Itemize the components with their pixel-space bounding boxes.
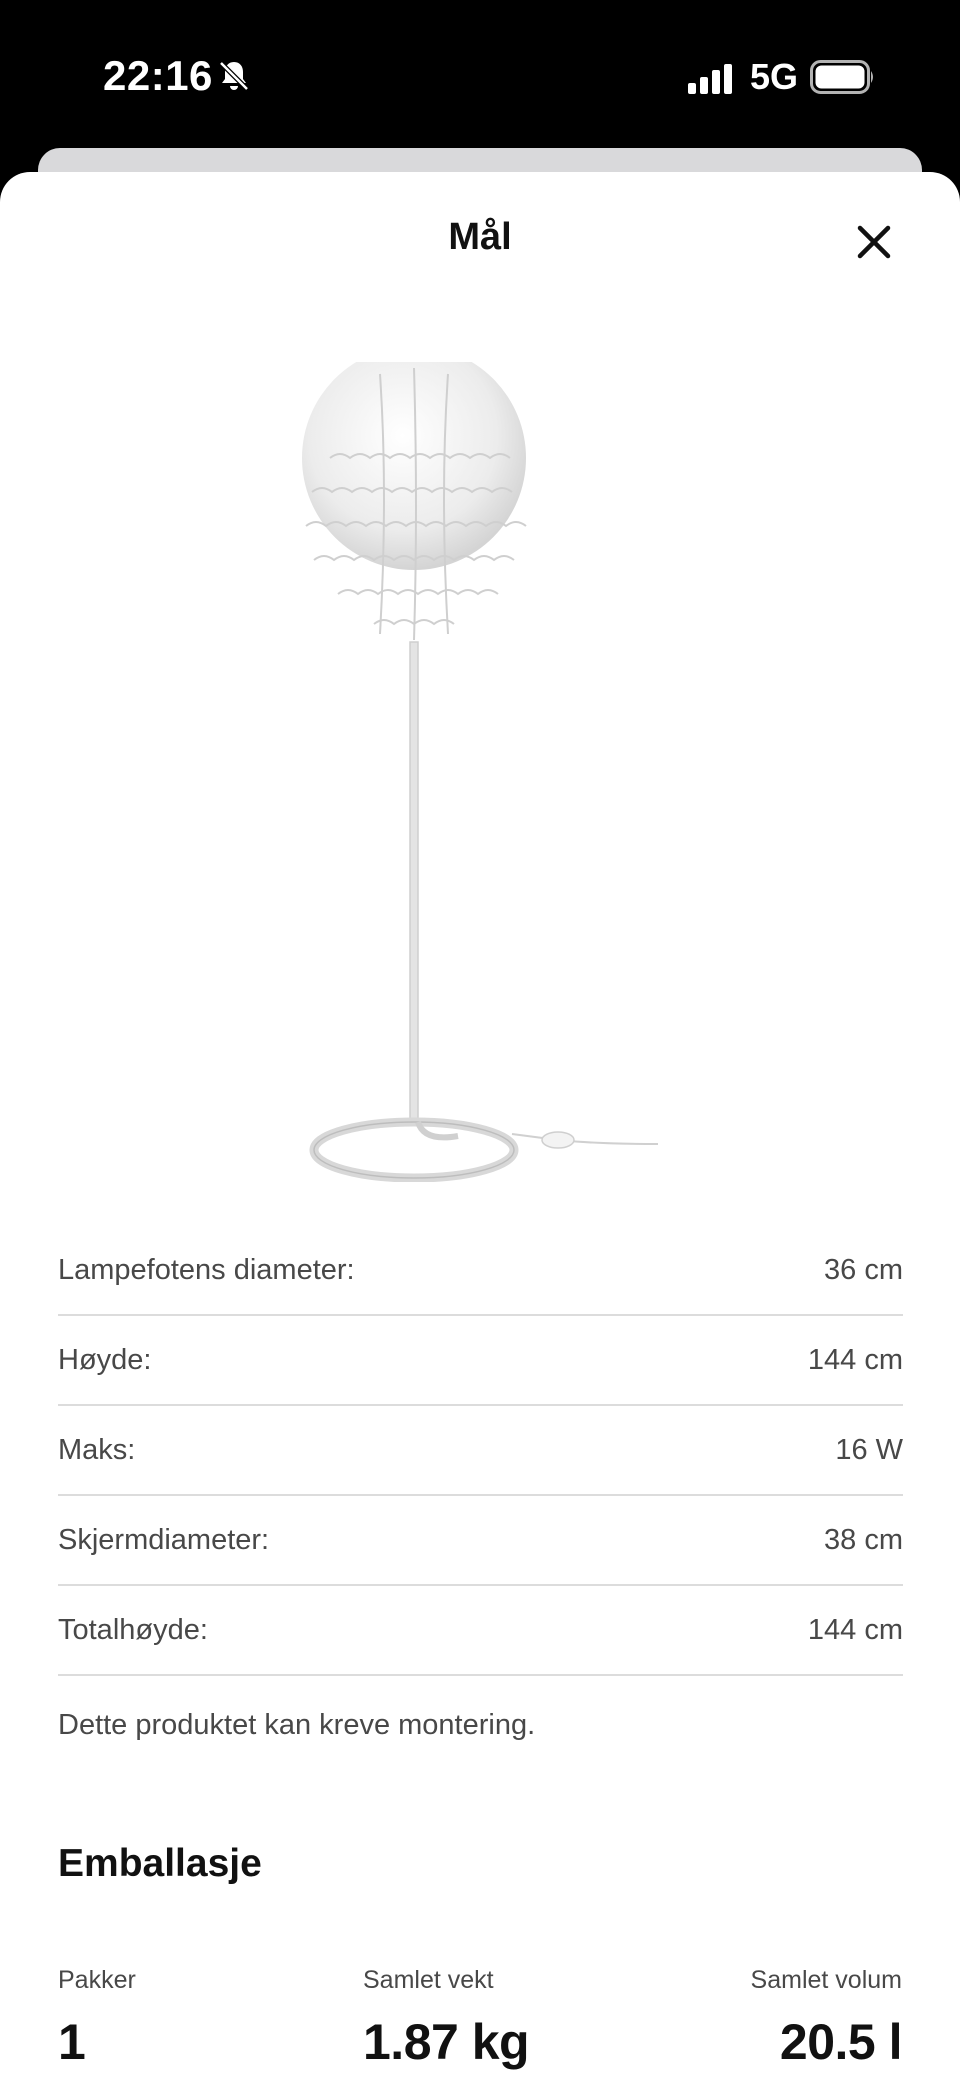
- total-volume: Samlet volum 20.5 l: [750, 1966, 903, 2071]
- volume-label: Samlet volum: [750, 1966, 902, 1994]
- status-bar: 22:16 5G: [0, 0, 960, 150]
- packages-count: Pakker 1: [58, 1966, 136, 2071]
- spec-value: 144 cm: [807, 1613, 903, 1646]
- spec-row-max-wattage: Maks: 16 W: [58, 1406, 903, 1496]
- sheet-title: Mål: [448, 216, 512, 258]
- spec-label: Høyde:: [58, 1343, 152, 1376]
- spec-label: Maks:: [58, 1433, 136, 1466]
- weight-value: 1.87 kg: [363, 2014, 530, 2070]
- spec-value: 38 cm: [824, 1523, 903, 1556]
- packaging-title: Emballasje: [58, 1842, 262, 1885]
- spec-label: Totalhøyde:: [58, 1613, 208, 1646]
- spec-label: Skjermdiameter:: [58, 1523, 270, 1556]
- spec-row-total-height: Totalhøyde: 144 cm: [58, 1586, 903, 1676]
- volume-value: 20.5 l: [779, 2014, 903, 2070]
- signal-icon: [688, 64, 732, 94]
- spec-row-height: Høyde: 144 cm: [58, 1316, 903, 1406]
- spec-value: 36 cm: [824, 1253, 903, 1286]
- product-image: [302, 362, 659, 1182]
- dimensions-sheet: Mål: [0, 172, 960, 2087]
- network-type: 5G: [750, 56, 799, 97]
- bell-muted-icon: [219, 61, 249, 91]
- spec-row-base-diameter: Lampefotens diameter: 36 cm: [58, 1226, 903, 1316]
- spec-value: 144 cm: [807, 1343, 903, 1376]
- battery-icon: [810, 60, 873, 94]
- spec-table: Lampefotens diameter: 36 cm Høyde: 144 c…: [58, 1226, 903, 1676]
- weight-label: Samlet vekt: [363, 1966, 494, 1994]
- packages-value: 1: [58, 2014, 86, 2070]
- status-time: 22:16: [103, 52, 213, 99]
- spec-label: Lampefotens diameter:: [58, 1253, 355, 1286]
- packages-label: Pakker: [58, 1966, 136, 1994]
- close-icon[interactable]: [848, 216, 900, 268]
- assembly-note: Dette produktet kan kreve montering.: [58, 1709, 536, 1741]
- total-weight: Samlet vekt 1.87 kg: [363, 1966, 530, 2071]
- spec-value: 16 W: [835, 1433, 903, 1466]
- spec-row-shade-diameter: Skjermdiameter: 38 cm: [58, 1496, 903, 1586]
